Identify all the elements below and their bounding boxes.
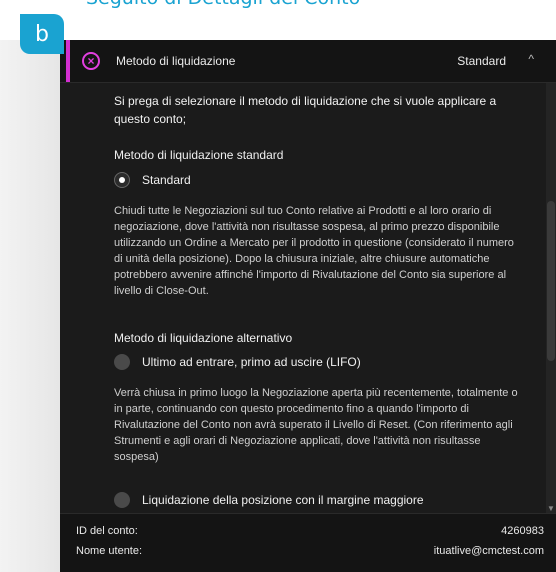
radio-standard-label[interactable]: Standard xyxy=(142,173,191,187)
standard-description: Chiudi tutte le Negoziazioni sul tuo Con… xyxy=(114,205,514,297)
lifo-description: Verrà chiusa in primo luogo la Negoziazi… xyxy=(114,387,518,463)
account-id-label: ID del conto: xyxy=(76,525,138,537)
header-title: Metodo di liquidazione xyxy=(116,54,236,68)
radio-max-margin-indicator[interactable] xyxy=(114,492,130,508)
panel-header[interactable]: × Metodo di liquidazione Standard ^ xyxy=(60,40,556,83)
chevron-up-icon[interactable]: ^ xyxy=(528,52,534,66)
account-footer: ID del conto: 4260983 Nome utente: ituat… xyxy=(60,513,556,572)
radio-standard[interactable]: Standard xyxy=(114,172,191,188)
background-panel xyxy=(0,40,60,572)
header-selected-value: Standard xyxy=(457,54,506,68)
intro-text: Si prega di selezionare il metodo di liq… xyxy=(114,94,497,126)
radio-max-margin-label[interactable]: Liquidazione della posizione con il marg… xyxy=(142,493,424,507)
close-icon[interactable]: × xyxy=(82,52,100,70)
step-badge: b xyxy=(20,14,64,54)
radio-lifo-indicator[interactable] xyxy=(114,354,130,370)
standard-heading: Metodo di liquidazione standard xyxy=(114,148,284,162)
username-value: ituatlive@cmctest.com xyxy=(433,545,544,557)
radio-lifo-label[interactable]: Ultimo ad entrare, primo ad uscire (LIFO… xyxy=(142,355,361,369)
scroll-down-icon[interactable]: ▼ xyxy=(546,504,556,513)
radio-standard-indicator[interactable] xyxy=(114,172,130,188)
liquidation-dialog: × Metodo di liquidazione Standard ^ Si p… xyxy=(60,40,556,572)
alternative-heading: Metodo di liquidazione alternativo xyxy=(114,331,293,345)
page-title: Seguito di Dettagli del Conto xyxy=(86,0,360,9)
radio-lifo[interactable]: Ultimo ad entrare, primo ad uscire (LIFO… xyxy=(114,354,361,370)
username-label: Nome utente: xyxy=(76,545,143,557)
scrollbar-thumb[interactable] xyxy=(547,201,555,361)
radio-max-margin[interactable]: Liquidazione della posizione con il marg… xyxy=(114,492,424,508)
panel-content: Si prega di selezionare il metodo di liq… xyxy=(60,83,546,513)
accent-bar xyxy=(66,40,70,82)
scrollbar[interactable]: ▼ xyxy=(546,83,556,513)
account-id-value: 4260983 xyxy=(501,525,544,537)
